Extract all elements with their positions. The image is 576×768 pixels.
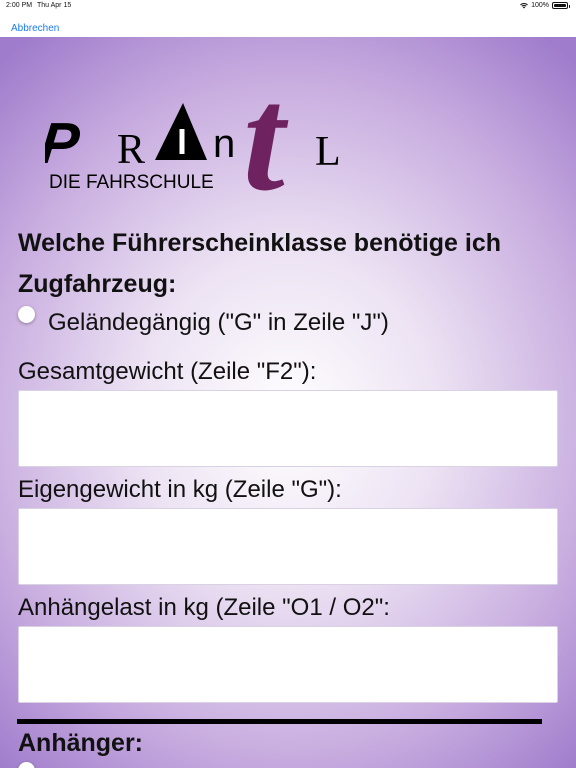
form-content[interactable]: P R n t L DIE FAHRSCHULE Welche Führersc… xyxy=(0,37,576,768)
label-anhaengelast: Anhängelast in kg (Zeile "O1 / O2": xyxy=(18,594,390,621)
wifi-icon xyxy=(520,2,528,8)
form-heading: Welche Führerscheinklasse benötige ich Z… xyxy=(18,223,548,305)
logo-letter-r: R xyxy=(117,127,145,173)
section-title-anhaenger: Anhänger: xyxy=(18,729,143,757)
logo-letter-l: L xyxy=(315,129,341,175)
battery-fill xyxy=(554,4,566,7)
anhaengelast-field-wrapper xyxy=(18,626,558,703)
eigengewicht-field-wrapper xyxy=(18,508,558,585)
anhaengelast-input[interactable] xyxy=(19,627,557,702)
label-eigengewicht: Eigengewicht in kg (Zeile "G"): xyxy=(18,476,342,503)
radio-label-gelaendegaengig: Geländegängig ("G" in Zeile "J") xyxy=(48,309,389,336)
radio-button[interactable] xyxy=(18,306,35,323)
gesamtgewicht-input[interactable] xyxy=(19,391,557,466)
status-time: 2:00 PM xyxy=(6,2,33,9)
logo-letter-t: t xyxy=(243,56,289,211)
navigation-bar: Abbrechen xyxy=(0,14,431,38)
section-divider xyxy=(17,719,542,724)
heading-question: Welche Führerscheinklasse benötige ich xyxy=(18,229,502,257)
cancel-button[interactable]: Abbrechen xyxy=(11,23,59,34)
logo-letter-n: n xyxy=(213,122,235,166)
battery-percentage: 100% xyxy=(531,2,549,9)
gesamtgewicht-field-wrapper xyxy=(18,390,558,467)
prantl-logo: P R n t L DIE FAHRSCHULE xyxy=(45,56,341,211)
heading-towing-vehicle: Zugfahrzeug: xyxy=(18,270,177,298)
battery-icon xyxy=(552,2,570,9)
radio-button-partial[interactable] xyxy=(18,762,35,768)
logo-subtitle: DIE FAHRSCHULE xyxy=(49,172,214,193)
eigengewicht-input[interactable] xyxy=(19,509,557,584)
status-bar: 2:00 PM Thu Apr 15 100% xyxy=(0,0,576,14)
label-gesamtgewicht: Gesamtgewicht (Zeile "F2"): xyxy=(18,358,317,385)
status-right: 100% xyxy=(520,2,570,9)
logo-letter-p: P xyxy=(45,111,83,176)
logo-a-slot xyxy=(179,129,185,154)
status-date: Thu Apr 15 xyxy=(37,2,72,9)
radio-gelaendegaengig[interactable]: Geländegängig ("G" in Zeile "J") xyxy=(18,306,389,337)
